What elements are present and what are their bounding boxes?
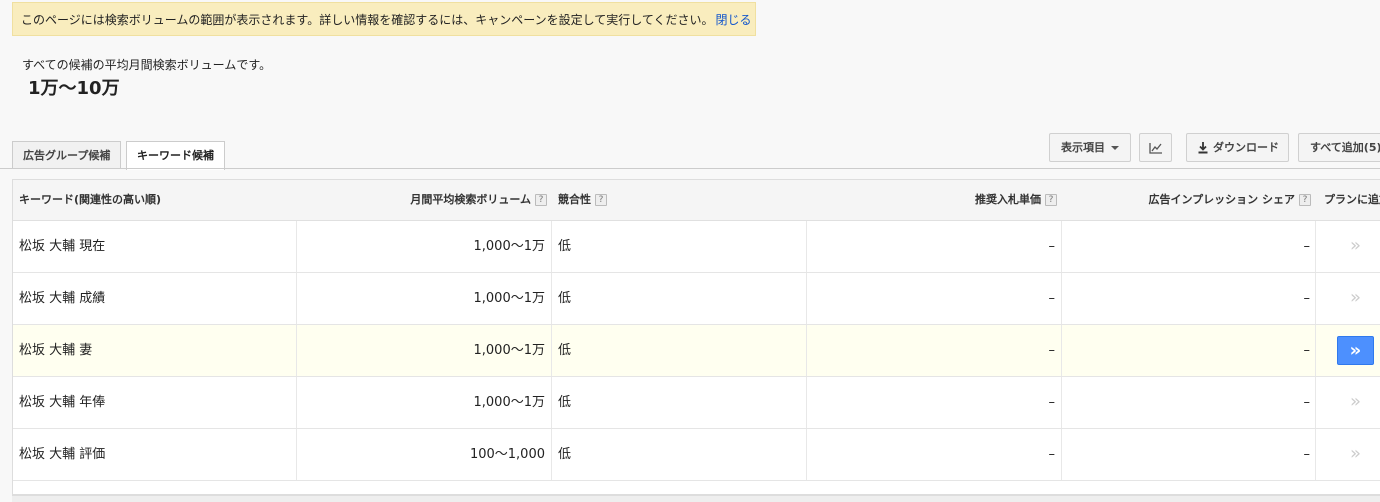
column-divider (806, 377, 807, 428)
column-divider (296, 273, 297, 324)
column-header-volume[interactable]: 月間平均検索ボリューム? (410, 180, 547, 220)
keyword-cell: 松坂 大輔 現在 (19, 239, 106, 254)
impression-share-cell: – (1303, 239, 1311, 254)
column-header-add-to-plan-label: プランに追加 (1324, 193, 1380, 206)
table-row[interactable]: 松坂 大輔 妻 1,000〜1万 低 – – » (13, 325, 1380, 377)
column-divider (296, 221, 297, 272)
summary-value: 1万〜10万 (28, 78, 120, 99)
column-divider (551, 325, 552, 376)
keyword-cell: 松坂 大輔 評価 (19, 447, 106, 462)
column-divider (551, 377, 552, 428)
column-header-suggested-bid[interactable]: 推奨入札単価? (975, 180, 1057, 220)
column-divider (551, 221, 552, 272)
column-header-impression-share[interactable]: 広告インプレッション シェア? (1148, 180, 1311, 220)
impression-share-cell: – (1303, 447, 1311, 462)
line-chart-icon (1148, 143, 1162, 154)
volume-cell: 1,000〜1万 (473, 239, 546, 254)
column-divider (296, 325, 297, 376)
help-icon[interactable]: ? (1299, 194, 1311, 206)
column-divider (551, 429, 552, 480)
competition-cell: 低 (558, 239, 572, 254)
tab-divider (0, 168, 1380, 169)
column-divider (1061, 273, 1062, 324)
column-divider (806, 429, 807, 480)
download-button[interactable]: ダウンロード (1186, 133, 1289, 162)
add-all-button[interactable]: すべて追加(5) (1298, 133, 1380, 162)
competition-cell: 低 (558, 395, 572, 410)
table-row[interactable]: 松坂 大輔 年俸 1,000〜1万 低 – – » (13, 377, 1380, 429)
column-divider (1315, 429, 1316, 480)
table-header-row: キーワード(関連性の高い順) 月間平均検索ボリューム? 競合性? 推奨入札単価?… (13, 180, 1380, 221)
suggested-bid-cell: – (1048, 291, 1056, 306)
tab-ad-group-ideas[interactable]: 広告グループ候補 (12, 141, 122, 169)
notice-close-link[interactable]: 閉じる (716, 13, 752, 27)
competition-cell: 低 (558, 343, 572, 358)
chart-toggle-button[interactable] (1139, 133, 1172, 162)
add-to-plan-button[interactable]: » (1337, 440, 1374, 469)
suggested-bid-cell: – (1048, 343, 1056, 358)
impression-share-cell: – (1303, 291, 1311, 306)
notice-text: このページには検索ボリュームの範囲が表示されます。詳しい情報を確認するには、キャ… (21, 13, 714, 27)
column-header-keyword-label: キーワード(関連性の高い順) (19, 193, 162, 206)
help-icon[interactable]: ? (595, 194, 607, 206)
help-icon[interactable]: ? (1045, 194, 1057, 206)
download-button-label: ダウンロード (1213, 141, 1279, 154)
suggested-bid-cell: – (1048, 447, 1056, 462)
column-divider (1061, 325, 1062, 376)
add-to-plan-button[interactable]: » (1337, 336, 1374, 365)
tab-keyword-ideas[interactable]: キーワード候補 (126, 141, 225, 170)
download-icon (1198, 142, 1208, 154)
keyword-cell: 松坂 大輔 年俸 (19, 395, 106, 410)
table-row[interactable]: 松坂 大輔 現在 1,000〜1万 低 – – » (13, 221, 1380, 273)
add-all-button-label: すべて追加(5) (1310, 141, 1380, 154)
column-divider (551, 273, 552, 324)
column-divider (1315, 273, 1316, 324)
column-header-competition[interactable]: 競合性? (558, 180, 607, 220)
keyword-ideas-table: キーワード(関連性の高い順) 月間平均検索ボリューム? 競合性? 推奨入札単価?… (12, 179, 1380, 495)
column-divider (1061, 221, 1062, 272)
impression-share-cell: – (1303, 395, 1311, 410)
volume-cell: 1,000〜1万 (473, 291, 546, 306)
column-divider (806, 273, 807, 324)
add-to-plan-button[interactable]: » (1337, 388, 1374, 417)
competition-cell: 低 (558, 291, 572, 306)
suggested-bid-cell: – (1048, 395, 1056, 410)
add-to-plan-button[interactable]: » (1337, 232, 1374, 261)
column-header-suggested-bid-label: 推奨入札単価 (975, 193, 1041, 206)
keyword-cell: 松坂 大輔 妻 (19, 343, 93, 358)
impression-share-cell: – (1303, 343, 1311, 358)
column-header-impression-share-label: 広告インプレッション シェア (1148, 193, 1296, 206)
table-row[interactable]: 松坂 大輔 成績 1,000〜1万 低 – – » (13, 273, 1380, 325)
keyword-cell: 松坂 大輔 成績 (19, 291, 106, 306)
table-row[interactable]: 松坂 大輔 評価 100〜1,000 低 – – » (13, 429, 1380, 481)
columns-button-label: 表示項目 (1061, 141, 1105, 154)
column-divider (296, 429, 297, 480)
column-divider (1315, 221, 1316, 272)
column-header-keyword[interactable]: キーワード(関連性の高い順) (19, 180, 161, 220)
column-divider (1315, 377, 1316, 428)
add-to-plan-button[interactable]: » (1337, 284, 1374, 313)
table-footer-bar (12, 495, 1380, 502)
column-divider (296, 377, 297, 428)
chevron-down-icon (1111, 146, 1119, 150)
column-divider (1061, 377, 1062, 428)
suggested-bid-cell: – (1048, 239, 1056, 254)
summary-label: すべての候補の平均月間検索ボリュームです。 (22, 58, 272, 72)
column-divider (1315, 325, 1316, 376)
columns-dropdown-button[interactable]: 表示項目 (1049, 133, 1131, 162)
volume-cell: 100〜1,000 (469, 447, 545, 462)
column-divider (806, 221, 807, 272)
info-notice-bar: このページには検索ボリュームの範囲が表示されます。詳しい情報を確認するには、キャ… (12, 2, 756, 36)
volume-cell: 1,000〜1万 (473, 395, 546, 410)
help-icon[interactable]: ? (535, 194, 547, 206)
column-divider (806, 325, 807, 376)
column-header-competition-label: 競合性 (558, 193, 591, 206)
column-header-add-to-plan: プランに追加 (1324, 180, 1380, 220)
column-divider (1061, 429, 1062, 480)
column-header-volume-label: 月間平均検索ボリューム (410, 193, 531, 206)
competition-cell: 低 (558, 447, 572, 462)
volume-cell: 1,000〜1万 (473, 343, 546, 358)
